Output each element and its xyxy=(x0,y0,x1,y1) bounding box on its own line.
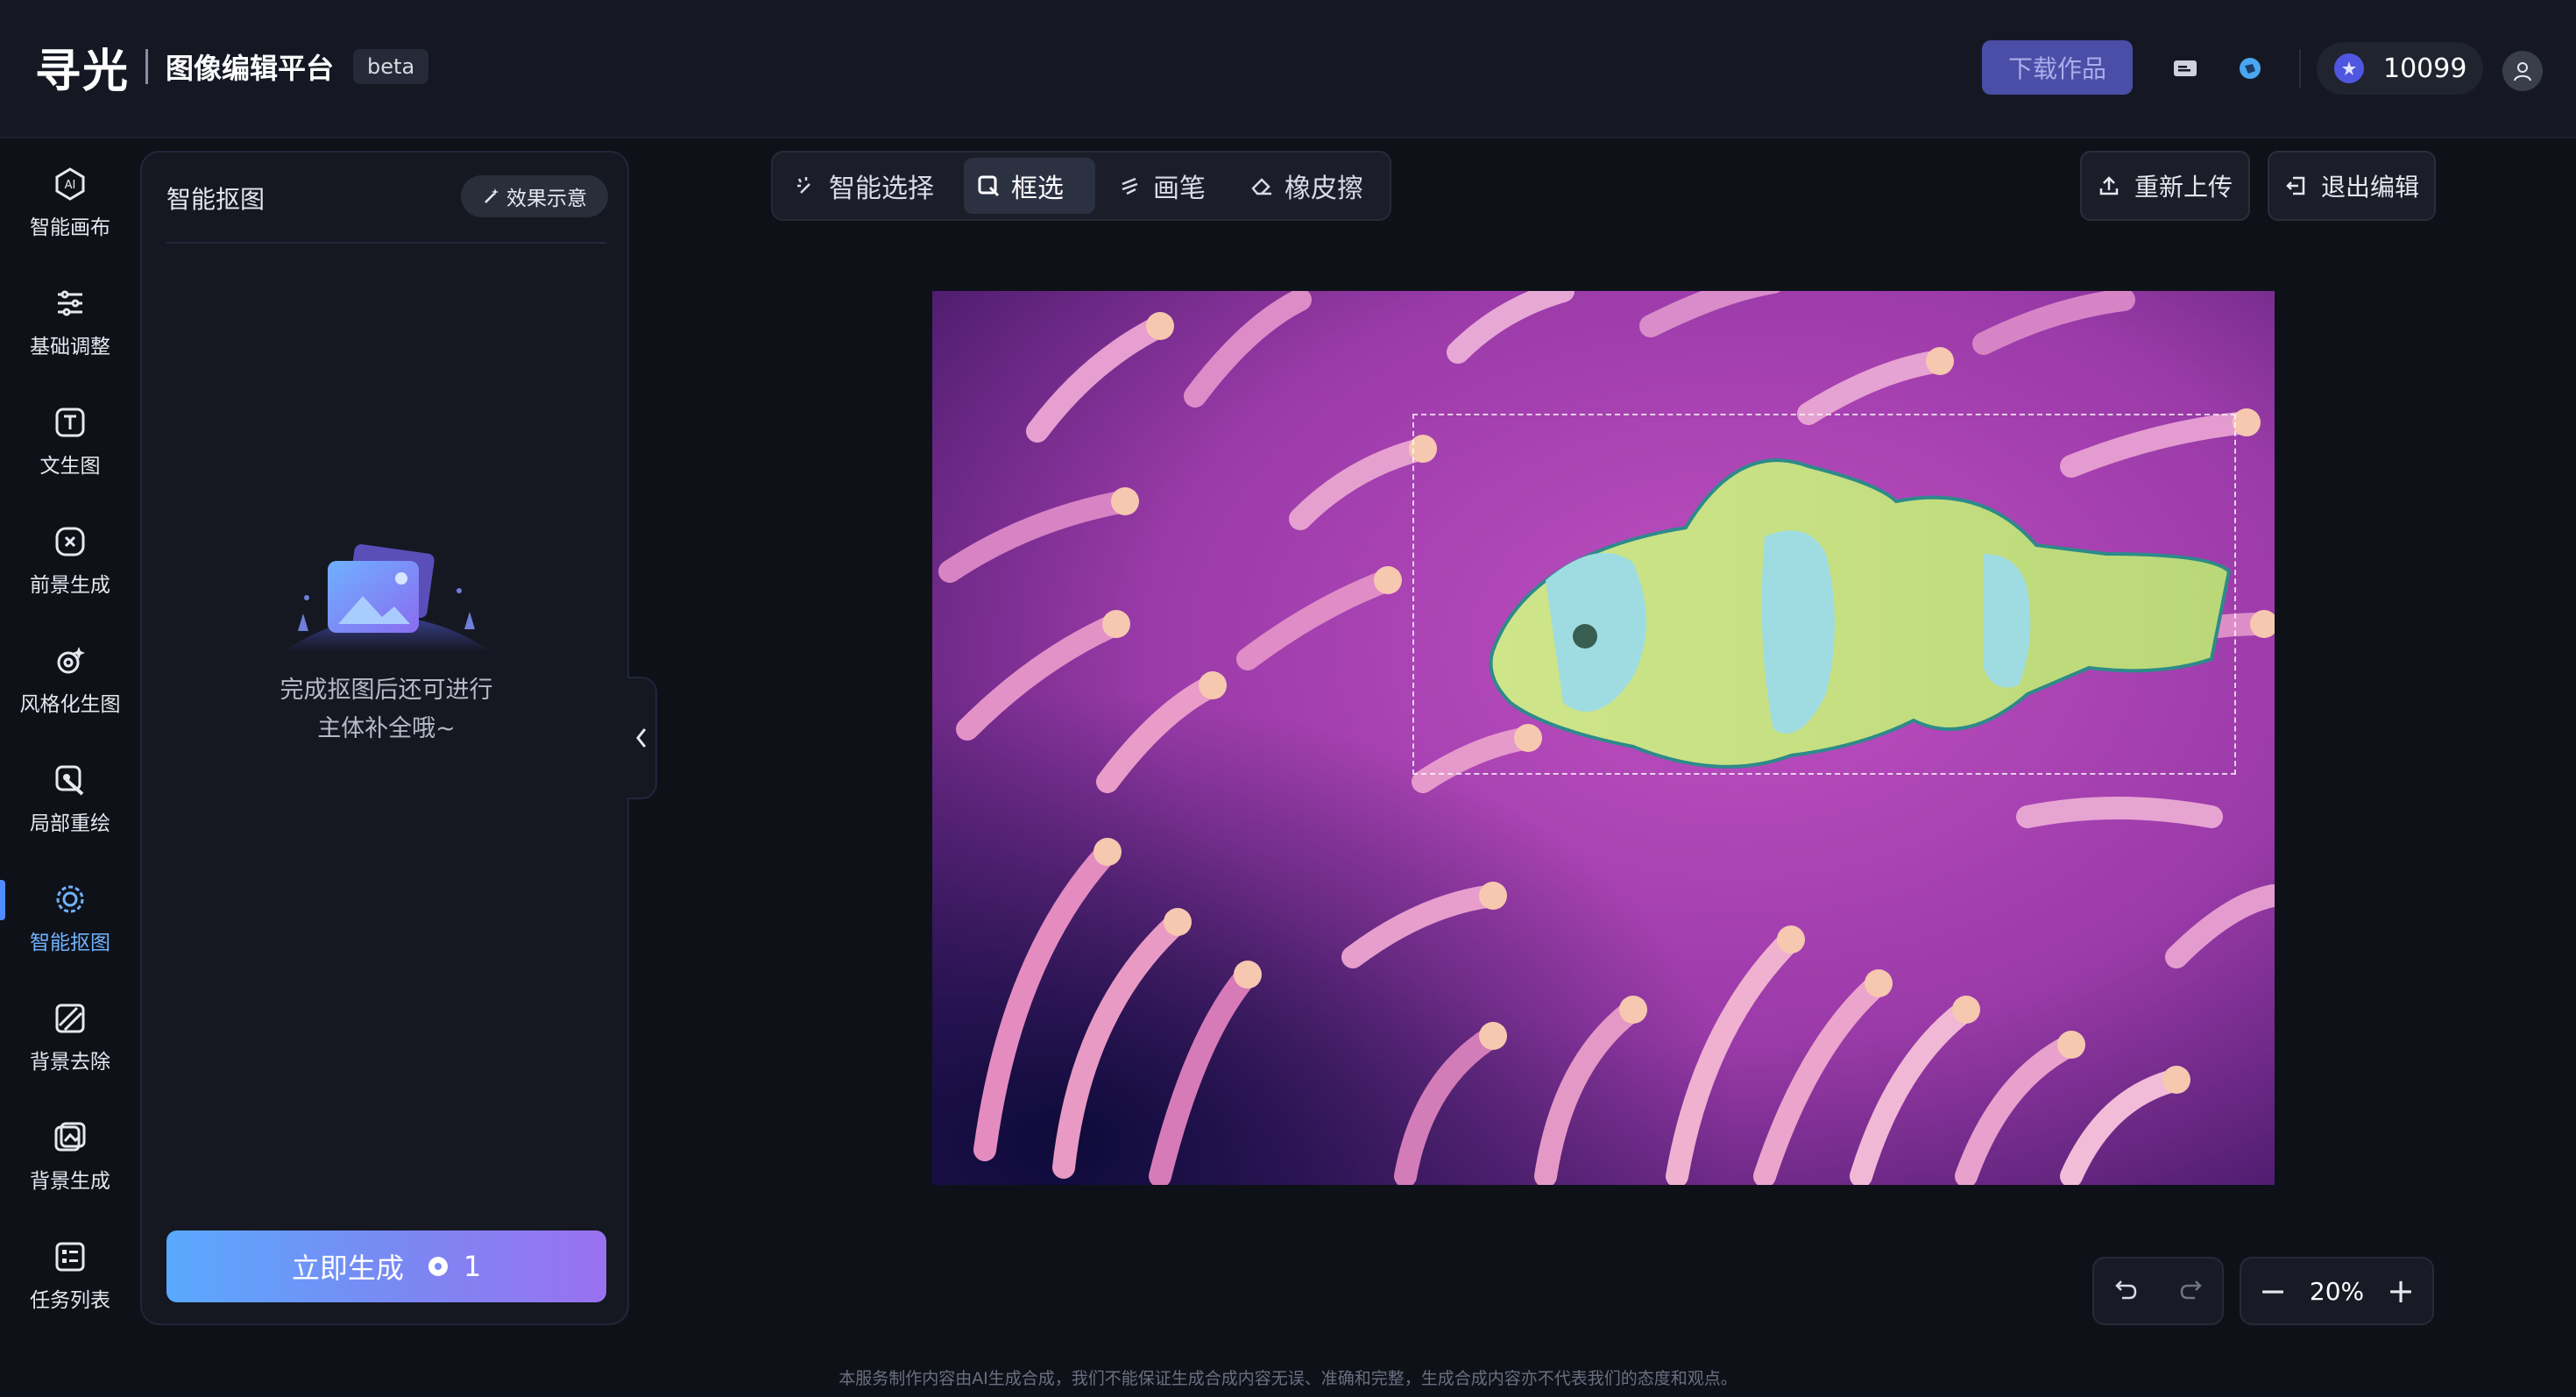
box-select-icon xyxy=(976,174,1001,198)
edit-toolbar: 智能选择 框选 画笔 橡皮擦 xyxy=(771,151,1391,221)
empty-state-line1: 完成抠图后还可进行 xyxy=(280,677,493,704)
nav-label: 基础调整 xyxy=(30,336,110,358)
empty-state-illustration xyxy=(282,543,492,652)
panel-collapse-button[interactable] xyxy=(627,677,657,799)
zoom-controls: − 20% + xyxy=(2240,1257,2434,1325)
tool-smart-select[interactable]: 智能选择 xyxy=(782,158,946,214)
exit-edit-label: 退出编辑 xyxy=(2320,173,2419,202)
style-icon xyxy=(57,647,85,674)
upload-icon xyxy=(2099,176,2119,195)
generate-label: 立即生成 xyxy=(291,1252,404,1285)
chevron-left-icon xyxy=(636,728,647,748)
nav-item-inpaint[interactable]: 局部重绘 xyxy=(0,747,140,852)
nav-item-stylize[interactable]: 风格化生图 xyxy=(0,628,140,733)
nav-label: 智能抠图 xyxy=(30,932,110,954)
cutout-icon xyxy=(56,885,84,913)
platform-name: 图像编辑平台 xyxy=(166,52,335,85)
panel-title: 智能抠图 xyxy=(166,185,265,214)
nav-label: 背景去除 xyxy=(30,1051,110,1074)
nav-label: 前景生成 xyxy=(30,574,110,597)
eraser-icon xyxy=(1249,174,1274,198)
nav-label: 局部重绘 xyxy=(30,812,110,835)
empty-state-line2: 主体补全哦~ xyxy=(317,715,456,742)
task-list-icon xyxy=(55,1242,85,1272)
reupload-label: 重新上传 xyxy=(2134,173,2233,202)
nav-item-foreground[interactable]: 前景生成 xyxy=(0,508,140,613)
download-button[interactable]: 下载作品 xyxy=(1982,40,2133,95)
undo-icon xyxy=(2114,1280,2136,1300)
nav-label: 风格化生图 xyxy=(19,693,121,716)
logo-divider xyxy=(145,49,149,84)
coin-icon xyxy=(2334,53,2364,83)
redo-button[interactable] xyxy=(2177,1276,2204,1306)
zoom-in-button[interactable]: + xyxy=(2385,1272,2417,1310)
nav-item-bg-remove[interactable]: 背景去除 xyxy=(0,985,140,1090)
credits-display[interactable]: 10099 xyxy=(2317,42,2483,95)
tool-eraser[interactable]: 橡皮擦 xyxy=(1237,158,1376,214)
tool-brush[interactable]: 画笔 xyxy=(1106,158,1218,214)
credits-count: 10099 xyxy=(2383,53,2467,84)
user-avatar-icon[interactable] xyxy=(2502,51,2543,91)
bg-remove-icon xyxy=(55,1003,85,1033)
nav-item-ai-canvas[interactable]: AI 智能画布 xyxy=(0,151,140,256)
nav-item-bg-generate[interactable]: 背景生成 xyxy=(0,1104,140,1209)
effect-demo-button[interactable]: 效果示意 xyxy=(461,175,608,217)
nav-active-indicator xyxy=(0,880,5,920)
magic-wand-icon xyxy=(485,188,499,203)
message-icon[interactable] xyxy=(2168,51,2203,86)
selection-box[interactable] xyxy=(1412,414,2236,775)
coin-icon xyxy=(428,1257,448,1276)
svg-text:AI: AI xyxy=(65,179,76,192)
nav-label: 任务列表 xyxy=(30,1289,110,1312)
tool-label: 橡皮擦 xyxy=(1284,174,1363,204)
nav-label: 背景生成 xyxy=(30,1170,110,1193)
inpaint-icon xyxy=(55,765,84,796)
nav-label: 文生图 xyxy=(39,455,101,478)
panel-divider xyxy=(166,242,606,244)
text-image-icon xyxy=(55,408,85,437)
foreground-icon xyxy=(55,527,85,557)
generate-cost: 1 xyxy=(463,1250,482,1283)
zoom-level: 20% xyxy=(2309,1276,2365,1306)
nav-label: 智能画布 xyxy=(30,216,110,239)
reupload-button[interactable]: 重新上传 xyxy=(2080,151,2250,221)
exit-edit-button[interactable]: 退出编辑 xyxy=(2268,151,2436,221)
nav-item-text-to-image[interactable]: 文生图 xyxy=(0,389,140,494)
logo[interactable]: 寻光 图像编辑平台 beta xyxy=(35,39,429,98)
footer-disclaimer: 本服务制作内容由AI生成合成，我们不能保证生成合成内容无误、准确和完整，生成合成… xyxy=(839,1369,1737,1388)
ai-canvas-icon: AI xyxy=(55,167,85,201)
logo-text: 寻光 xyxy=(35,45,131,98)
effect-demo-label: 效果示意 xyxy=(506,188,587,210)
beta-badge: beta xyxy=(353,49,429,84)
zoom-out-button[interactable]: − xyxy=(2257,1272,2289,1310)
bg-generate-icon xyxy=(54,1122,86,1152)
tool-label: 画笔 xyxy=(1153,174,1206,204)
redo-icon xyxy=(2180,1280,2202,1300)
nav-item-smart-cutout[interactable]: 智能抠图 xyxy=(0,866,140,971)
tool-box-select[interactable]: 框选 xyxy=(964,158,1095,214)
magic-wand-icon xyxy=(794,174,818,198)
nav-item-basic-adjust[interactable]: 基础调整 xyxy=(0,270,140,375)
history-controls xyxy=(2092,1257,2224,1325)
undo-button[interactable] xyxy=(2113,1276,2140,1306)
top-bar: 寻光 图像编辑平台 beta 下载作品 10099 xyxy=(0,0,2576,138)
cutout-panel: 智能抠图 效果示意 完成抠图后还可进行 主体补全哦~ 立即生成 1 xyxy=(140,151,629,1325)
empty-state-text: 完成抠图后还可进行 主体补全哦~ xyxy=(142,671,631,748)
brush-icon xyxy=(1118,174,1143,198)
nav-item-task-list[interactable]: 任务列表 xyxy=(0,1223,140,1329)
header-divider xyxy=(2299,49,2301,88)
tool-label: 智能选择 xyxy=(829,174,934,204)
exit-icon xyxy=(2286,176,2305,195)
tool-label: 框选 xyxy=(1011,174,1064,204)
sphere-icon[interactable] xyxy=(2233,51,2268,86)
sliders-icon xyxy=(58,290,82,316)
generate-button[interactable]: 立即生成 1 xyxy=(166,1230,606,1302)
